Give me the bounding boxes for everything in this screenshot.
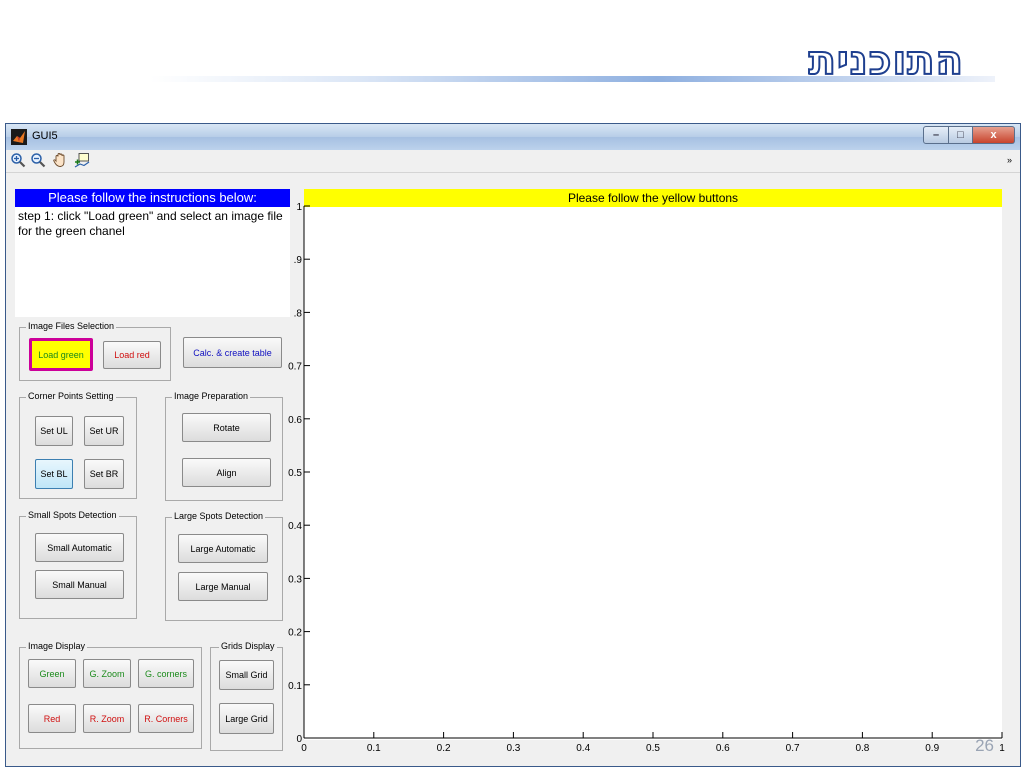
slide-page-number: 26 <box>975 736 994 755</box>
y-tick-label: 0.5 <box>288 468 302 479</box>
title-underline <box>150 76 995 82</box>
x-tick-label: 0.1 <box>367 743 381 754</box>
y-tick-label: 1 <box>296 202 302 213</box>
y-tick-label: 0.4 <box>288 521 302 532</box>
y-tick-label: 0 <box>296 734 302 745</box>
x-tick-label: 0.6 <box>716 743 730 754</box>
plot-axes: 0 0.1 0.2 0.3 0.4 0.5 0.6 0.7 0.8 0.9 1 0 0.1 0.2 0.3 0… <box>288 202 1005 754</box>
x-tick-label: 0.7 <box>786 743 800 754</box>
y-tick-label: 0.7 <box>288 362 302 373</box>
y-tick-label: .8 <box>294 308 303 319</box>
x-tick-label: 0.3 <box>506 743 520 754</box>
x-tick-label: 0 <box>301 743 307 754</box>
x-tick-label: 0.5 <box>646 743 660 754</box>
x-tick-label: 0.8 <box>855 743 869 754</box>
x-tick-label: 0.4 <box>576 743 590 754</box>
y-tick-label: .9 <box>294 255 303 266</box>
y-tick-label: 0.6 <box>288 415 302 426</box>
y-tick-label: 0.2 <box>288 628 302 639</box>
y-tick-label: 0.3 <box>288 574 302 585</box>
y-tick-label: 0.1 <box>288 681 302 692</box>
app-window: GUI5 – □ x » Please follow the instructi… <box>5 123 1021 767</box>
x-tick-label: 0.2 <box>437 743 451 754</box>
x-tick-label: 1 <box>999 743 1005 754</box>
x-tick-label: 0.9 <box>925 743 939 754</box>
